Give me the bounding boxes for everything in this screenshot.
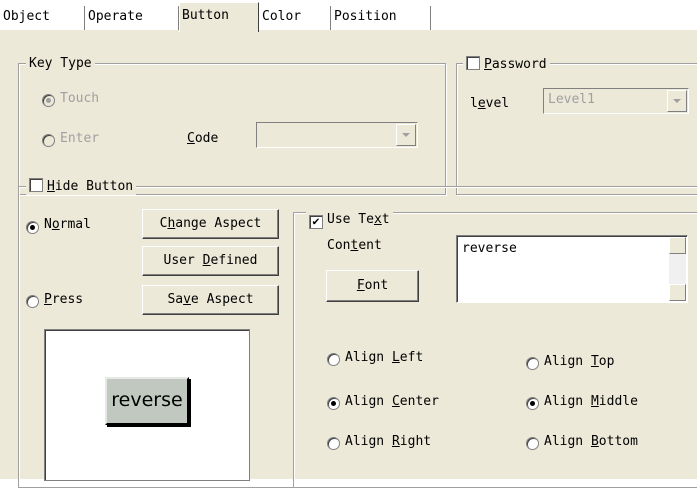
tab-position[interactable]: Position bbox=[331, 6, 431, 30]
chevron-down-icon[interactable] bbox=[396, 124, 416, 146]
use-text-checkbox[interactable]: ✔ bbox=[309, 215, 323, 229]
content-label: Content bbox=[327, 238, 382, 253]
normal-label: Normal bbox=[44, 217, 91, 232]
content-scrollbar[interactable] bbox=[669, 237, 686, 301]
font-button[interactable]: Font bbox=[326, 270, 419, 302]
level-combobox[interactable]: Level1 bbox=[543, 88, 689, 114]
align-center-label: Align Center bbox=[345, 394, 439, 409]
tab-color[interactable]: Color bbox=[259, 6, 331, 30]
align-middle-radio[interactable] bbox=[526, 397, 539, 410]
preview-button: reverse bbox=[105, 377, 189, 425]
align-right-radio[interactable] bbox=[327, 437, 340, 450]
hide-button-legend: Hide Button bbox=[26, 178, 137, 195]
scroll-up-icon[interactable] bbox=[669, 237, 686, 254]
password-group bbox=[456, 63, 697, 195]
enter-label: Enter bbox=[60, 131, 100, 146]
align-left-label: Align Left bbox=[345, 350, 424, 365]
level-label: level bbox=[470, 96, 510, 111]
touch-radio[interactable] bbox=[42, 94, 55, 107]
content-textarea[interactable]: reverse bbox=[456, 235, 688, 303]
align-left-radio[interactable] bbox=[327, 353, 340, 366]
touch-label: Touch bbox=[60, 91, 100, 106]
tab-button[interactable]: Button bbox=[179, 2, 259, 32]
tab-operate[interactable]: Operate bbox=[85, 6, 179, 30]
tab-panel: Key Type Touch Enter Code Password level… bbox=[0, 30, 697, 488]
enter-radio[interactable] bbox=[42, 134, 55, 147]
align-bottom-radio[interactable] bbox=[526, 437, 539, 450]
scroll-down-icon[interactable] bbox=[669, 284, 686, 301]
password-legend: Password bbox=[463, 56, 550, 73]
tab-object[interactable]: Object bbox=[0, 6, 85, 30]
change-aspect-button[interactable]: Change Aspect bbox=[142, 209, 279, 239]
align-top-label: Align Top bbox=[544, 354, 615, 369]
align-bottom-label: Align Bottom bbox=[544, 434, 638, 449]
align-center-radio[interactable] bbox=[327, 397, 340, 410]
button-preview: reverse bbox=[44, 329, 250, 481]
user-defined-button[interactable]: User Defined bbox=[142, 246, 279, 276]
press-radio[interactable] bbox=[26, 295, 39, 308]
password-checkbox[interactable] bbox=[466, 56, 480, 70]
normal-radio[interactable] bbox=[26, 221, 39, 234]
chevron-down-icon[interactable] bbox=[667, 90, 687, 112]
press-label: Press bbox=[44, 292, 84, 307]
code-combobox[interactable] bbox=[256, 122, 418, 148]
hide-button-checkbox[interactable] bbox=[29, 178, 43, 192]
align-middle-label: Align Middle bbox=[544, 394, 638, 409]
key-type-legend: Key Type bbox=[26, 56, 95, 72]
tab-strip: Object Operate Button Color Position bbox=[0, 0, 697, 32]
save-aspect-button[interactable]: Save Aspect bbox=[142, 285, 279, 315]
use-text-legend: ✔ Use Text bbox=[306, 212, 393, 229]
align-top-radio[interactable] bbox=[526, 357, 539, 370]
code-label: Code bbox=[187, 131, 219, 146]
align-right-label: Align Right bbox=[345, 434, 432, 449]
